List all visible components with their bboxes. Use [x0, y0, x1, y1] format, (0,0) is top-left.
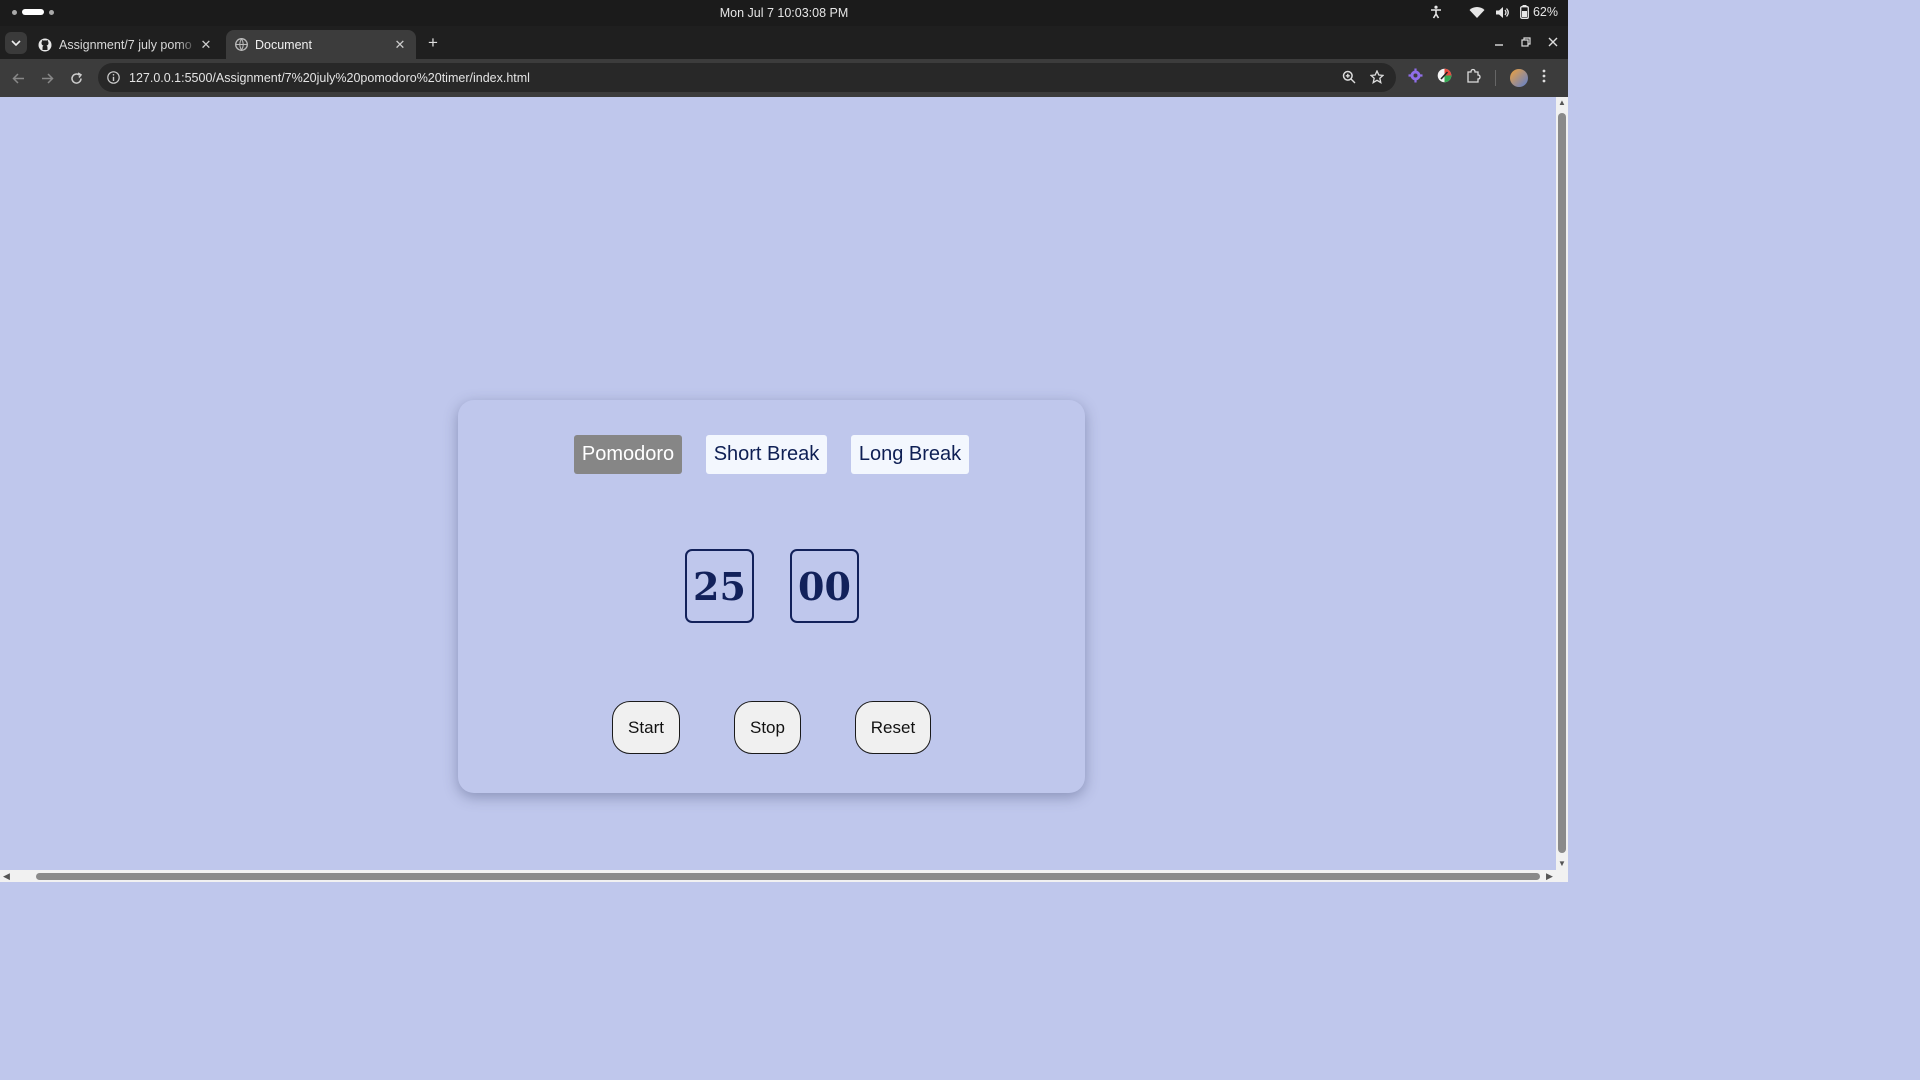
new-tab-button[interactable]: + [424, 33, 442, 52]
tab-assignment[interactable]: Assignment/7 july pomo ✕ [30, 30, 222, 59]
wifi-icon[interactable] [1469, 6, 1485, 19]
close-window-icon[interactable] [1545, 34, 1560, 49]
github-icon [38, 38, 52, 52]
scroll-left-icon[interactable]: ◀ [3, 871, 10, 882]
vertical-scroll-thumb[interactable] [1558, 113, 1566, 853]
restore-icon[interactable] [1518, 34, 1533, 49]
scroll-down-icon[interactable]: ▼ [1558, 860, 1566, 868]
omnibox-actions [1342, 69, 1385, 89]
horizontal-scroll-thumb[interactable] [36, 873, 1540, 880]
vertical-scrollbar[interactable]: ▲ ▼ [1556, 97, 1568, 870]
kebab-menu-icon[interactable] [1542, 69, 1546, 88]
short-break-mode-button[interactable]: Short Break [706, 435, 827, 474]
battery-percentage: 62% [1532, 5, 1558, 19]
reload-icon[interactable] [66, 68, 86, 88]
os-top-bar: Mon Jul 7 10:03:08 PM 62% [0, 0, 1568, 26]
site-info-icon[interactable] [106, 71, 120, 85]
horizontal-scrollbar[interactable]: ◀ ▶ [0, 870, 1568, 882]
seconds-display: 00 [790, 549, 859, 623]
back-icon[interactable] [8, 68, 28, 88]
browser-tab-strip: Assignment/7 july pomo ✕ Document ✕ + [0, 26, 1568, 59]
system-tray[interactable]: 62% [1429, 5, 1558, 19]
reset-button[interactable]: Reset [855, 701, 931, 754]
address-bar[interactable]: 127.0.0.1:5500/Assignment/7%20july%20pom… [98, 63, 1396, 92]
browser-toolbar: 127.0.0.1:5500/Assignment/7%20july%20pom… [0, 59, 1568, 97]
scroll-right-icon[interactable]: ▶ [1546, 871, 1553, 882]
stop-button[interactable]: Stop [734, 701, 801, 754]
globe-icon [234, 38, 248, 52]
chevron-down-icon [11, 40, 21, 46]
minutes-display: 25 [685, 549, 754, 623]
volume-icon[interactable] [1495, 6, 1510, 19]
tab-title: Document [255, 37, 312, 52]
bookmark-star-icon[interactable] [1369, 69, 1385, 89]
extension-color-icon[interactable] [1437, 68, 1452, 88]
tab-search-button[interactable] [5, 32, 27, 54]
extension-gear-icon[interactable] [1408, 68, 1423, 88]
forward-icon[interactable] [37, 68, 57, 88]
zoom-icon[interactable] [1342, 70, 1356, 89]
minimize-icon[interactable] [1491, 34, 1506, 49]
accessibility-icon[interactable] [1429, 5, 1443, 19]
long-break-mode-button[interactable]: Long Break [851, 435, 969, 474]
tab-title: Assignment/7 july pomo [59, 37, 192, 52]
toolbar-separator [1495, 70, 1496, 86]
window-controls [1491, 34, 1560, 49]
battery-icon[interactable] [1520, 5, 1529, 19]
page-viewport: Pomodoro Short Break Long Break 25 00 St… [0, 97, 1556, 870]
pomodoro-mode-button[interactable]: Pomodoro [574, 435, 682, 474]
extensions-area [1408, 68, 1546, 88]
extensions-puzzle-icon[interactable] [1466, 68, 1481, 88]
profile-avatar[interactable] [1510, 69, 1528, 87]
pomodoro-card: Pomodoro Short Break Long Break 25 00 St… [458, 400, 1085, 793]
tab-document[interactable]: Document ✕ [226, 30, 416, 59]
close-icon[interactable]: ✕ [392, 37, 408, 53]
close-icon[interactable]: ✕ [198, 37, 214, 53]
start-button[interactable]: Start [612, 701, 680, 754]
system-clock[interactable]: Mon Jul 7 10:03:08 PM [0, 6, 1568, 20]
scroll-up-icon[interactable]: ▲ [1558, 99, 1566, 107]
url-text[interactable]: 127.0.0.1:5500/Assignment/7%20july%20pom… [129, 71, 530, 85]
